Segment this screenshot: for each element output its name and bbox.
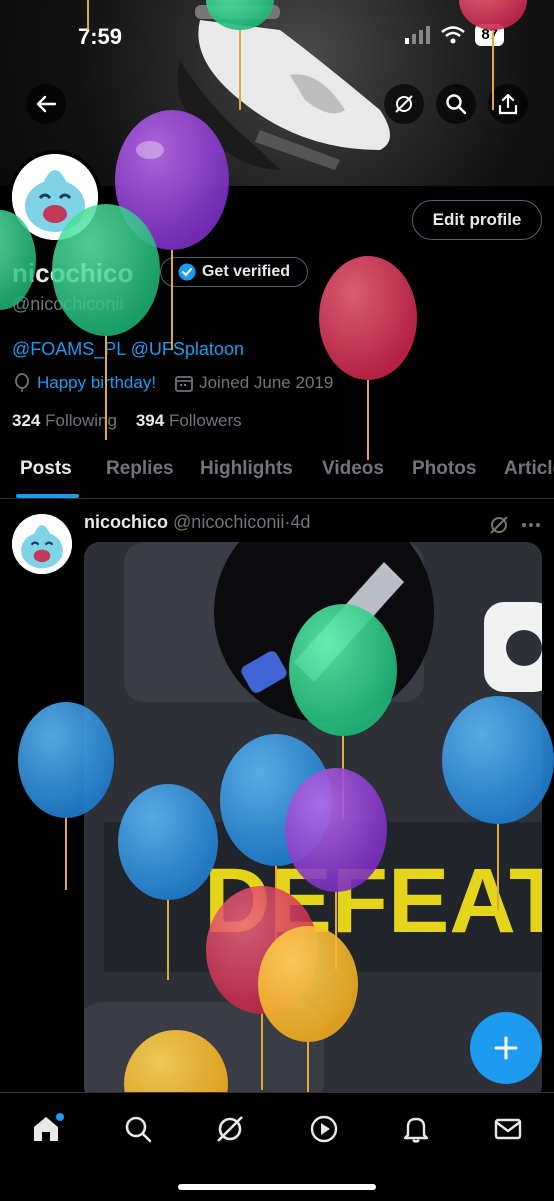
post-avatar-image [12, 514, 72, 574]
back-button[interactable] [26, 84, 66, 124]
profile-name: nicochico [12, 258, 134, 288]
active-tab-indicator [16, 494, 79, 498]
more-options-icon[interactable] [520, 514, 542, 536]
home-indicator [178, 1184, 376, 1190]
follow-stats: 324 Following 394 Followers [12, 411, 242, 431]
birthday-link[interactable]: Happy birthday! [37, 373, 156, 393]
video-icon [310, 1115, 338, 1143]
grok-icon [217, 1116, 243, 1142]
defeat-text: DEFEAT [204, 850, 542, 952]
search-button[interactable] [436, 84, 476, 124]
edit-profile-button[interactable]: Edit profile [412, 200, 542, 240]
post-time: 4d [290, 512, 311, 532]
signal-icon [405, 26, 431, 44]
profile-avatar[interactable] [8, 150, 102, 244]
post-media-image: DEFEAT [84, 542, 542, 1102]
nav-grok[interactable] [210, 1109, 250, 1149]
tab-articles[interactable]: Articles [504, 458, 554, 480]
post-grok-icon[interactable] [488, 514, 510, 536]
grok-button[interactable] [384, 84, 424, 124]
arrow-left-icon [36, 95, 57, 113]
following-link[interactable]: 324 Following [12, 411, 117, 430]
post-handle[interactable]: @nicochiconii [173, 512, 284, 532]
nav-video[interactable] [304, 1109, 344, 1149]
search-icon [125, 1116, 152, 1143]
post-media[interactable]: DEFEAT [84, 542, 542, 1102]
post-header: nicochico @nicochiconii·4d [84, 512, 311, 532]
tab-videos[interactable]: Videos [322, 458, 384, 480]
get-verified-label: Get verified [201, 263, 291, 280]
search-icon [446, 94, 467, 115]
messages-icon [494, 1118, 522, 1140]
nav-messages[interactable] [488, 1109, 528, 1149]
avatar-image [12, 154, 98, 240]
grok-icon [395, 95, 413, 113]
profile-bio[interactable]: @FOAMS_PL @UFSplatoon [12, 339, 244, 360]
post-author[interactable]: nicochico [84, 512, 168, 532]
plus-icon [494, 1036, 518, 1060]
tab-replies[interactable]: Replies [106, 458, 174, 480]
balloon-icon [15, 373, 29, 392]
notifications-icon [403, 1117, 429, 1143]
tab-photos[interactable]: Photos [412, 458, 476, 480]
profile-banner: 7:59 87 [0, 0, 554, 186]
compose-post-button[interactable] [470, 1012, 542, 1084]
profile-tabs: Posts Replies Highlights Videos Photos A… [0, 452, 554, 499]
share-icon [498, 93, 518, 115]
get-verified-button[interactable]: Get verified [160, 257, 308, 287]
balloon [319, 256, 417, 380]
share-button[interactable] [488, 84, 528, 124]
followers-link[interactable]: 394 Followers [136, 411, 242, 430]
joined-date: Joined June 2019 [199, 373, 334, 392]
calendar-icon [175, 376, 193, 392]
tab-posts[interactable]: Posts [20, 458, 72, 480]
nav-search[interactable] [118, 1109, 158, 1149]
nav-notifications[interactable] [396, 1109, 436, 1149]
verified-badge-icon [178, 263, 196, 281]
post-avatar[interactable] [12, 514, 72, 574]
home-unread-dot [56, 1113, 64, 1121]
wifi-icon [441, 26, 466, 44]
battery-indicator: 87 [475, 24, 504, 46]
profile-meta: Happy birthday! Joined June 2019 [12, 373, 333, 393]
tab-highlights[interactable]: Highlights [200, 458, 293, 480]
status-icons: 87 [405, 24, 504, 46]
status-time: 7:59 [78, 24, 123, 49]
nav-home[interactable] [26, 1109, 66, 1149]
profile-handle: @nicochiconii [12, 294, 124, 314]
